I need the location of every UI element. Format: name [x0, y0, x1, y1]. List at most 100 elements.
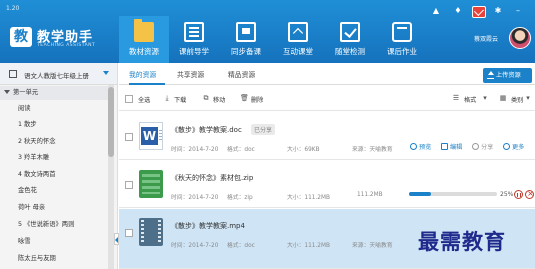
edit-action[interactable]: 编辑	[441, 142, 462, 151]
upload-button[interactable]: 上传资源	[483, 68, 532, 83]
book-icon	[9, 70, 17, 78]
folder-icon	[134, 19, 154, 42]
nav-textbook-resources[interactable]: 教材资源	[119, 16, 169, 63]
row-checkbox[interactable]	[125, 133, 133, 141]
zip-file-icon	[139, 170, 163, 198]
file-name[interactable]: 《散步》教学教案.doc	[171, 125, 242, 135]
bell-icon[interactable]: ▲	[430, 7, 442, 15]
textbook-selector[interactable]: 语文人教版七年级上册	[0, 63, 117, 85]
nav-lesson-prep[interactable]: 同步备课	[221, 16, 271, 63]
delete-icon[interactable]: 🗑	[240, 94, 249, 102]
tree-item[interactable]: 荷叶 母亲	[0, 201, 108, 215]
preview-action[interactable]: 预览	[410, 142, 431, 151]
nav-in-class-test[interactable]: 随堂检测	[325, 16, 375, 63]
gear-icon[interactable]: ✱	[492, 7, 504, 15]
edit-label: 编辑	[450, 144, 463, 151]
chevron-down-icon: ▾	[526, 94, 530, 102]
cancel-download-icon[interactable]	[525, 189, 535, 199]
file-name[interactable]: 《秋天的怀念》素材包.zip	[171, 173, 253, 183]
sidebar-scroll-thumb[interactable]	[108, 87, 114, 157]
tab-premium-resources[interactable]: 精品资源	[228, 69, 255, 79]
download-progress-fill	[409, 192, 431, 196]
file-size: 大小：69KB	[287, 147, 320, 153]
list-icon: ☰	[452, 94, 460, 102]
tree-item[interactable]: 4 散文诗两首	[0, 168, 108, 182]
nav-pre-class-guide[interactable]: 课前导学	[169, 16, 219, 63]
tree-item[interactable]: 3 羚羊木雕	[0, 151, 108, 165]
user-name[interactable]: 蔡双霞云	[474, 34, 498, 43]
file-format: 格式：doc	[227, 243, 255, 249]
more-action[interactable]: 更多	[503, 142, 524, 151]
tree-item-label: 5 《世说新语》两则	[18, 221, 75, 228]
preview-label: 预览	[419, 144, 432, 151]
check-icon	[340, 22, 360, 42]
tree-item[interactable]: 1 散步	[0, 118, 108, 132]
resource-tabs: 我的资源 共享资源 精品资源	[119, 63, 535, 85]
tree-item-label: 第一单元	[13, 89, 39, 96]
delete-button[interactable]: 删除	[251, 95, 263, 104]
tab-my-resources[interactable]: 我的资源	[129, 69, 156, 79]
file-row[interactable]: 《散步》教学教案.doc 已分享 时间：2014-7-20 格式：doc 大小：…	[119, 113, 535, 160]
row-checkbox[interactable]	[125, 181, 133, 189]
file-row[interactable]: 《秋天的怀念》素材包.zip 时间：2014-7-20 格式：zip 大小：11…	[119, 161, 535, 208]
nav-label: 课前导学	[179, 47, 209, 56]
file-toolbar: 全选 ⤓ 下载 ⧉ 移动 🗑 删除 ☰ 格式 ▾ ▦ 类别 ▾	[119, 86, 535, 111]
format-filter[interactable]: 格式	[464, 95, 476, 104]
tree-item[interactable]: 5 《世说新语》两则	[0, 218, 108, 232]
select-all-checkbox[interactable]	[125, 95, 133, 103]
watermark: 最需教育	[418, 229, 506, 254]
location-pin-icon[interactable]: ♦	[452, 7, 464, 15]
avatar[interactable]	[509, 27, 531, 49]
tree-item-label: 2 秋天的怀念	[18, 138, 56, 145]
nav-label: 课后作业	[387, 47, 417, 56]
minimize-icon[interactable]: –	[512, 7, 524, 15]
bag-icon	[392, 22, 412, 42]
version-label: 1.20	[6, 5, 20, 12]
file-source: 来源：天喻教育	[352, 243, 393, 249]
file-time: 时间：2014-7-20	[171, 243, 219, 249]
tree-item[interactable]: 陈太丘与友期	[0, 252, 108, 266]
book-icon	[184, 22, 204, 42]
chevron-down-icon: ▾	[483, 94, 487, 102]
share-icon	[472, 143, 479, 150]
move-icon[interactable]: ⧉	[202, 94, 210, 102]
tab-shared-resources[interactable]: 共享资源	[177, 69, 204, 79]
nav-label: 同步备课	[231, 47, 261, 56]
video-file-icon	[139, 218, 163, 246]
tree-item[interactable]: 阅读	[0, 102, 108, 116]
category-filter[interactable]: 类别	[511, 95, 523, 104]
file-time: 时间：2014-7-20	[171, 195, 219, 201]
upload-label: 上传资源	[496, 72, 521, 79]
select-all-label[interactable]: 全选	[138, 95, 150, 104]
tree-item-label: 1 散步	[18, 121, 37, 128]
share-action[interactable]: 分享	[472, 142, 493, 151]
share-label: 分享	[481, 144, 494, 151]
file-name[interactable]: 《散步》教学教案.mp4	[171, 221, 245, 231]
file-size: 大小：111.2MB	[287, 195, 330, 201]
tree-item[interactable]: 金色花	[0, 184, 108, 198]
logo-icon: 教	[10, 27, 32, 47]
mail-icon[interactable]	[472, 6, 486, 18]
tree-item-label: 阅读	[18, 105, 31, 112]
file-format: 格式：zip	[227, 195, 253, 201]
move-button[interactable]: 移动	[213, 95, 225, 104]
download-button[interactable]: 下载	[174, 95, 186, 104]
row-checkbox[interactable]	[125, 229, 133, 237]
nav-interactive-class[interactable]: 互动课堂	[273, 16, 323, 63]
grid-icon: ▦	[499, 94, 507, 102]
nav-label: 互动课堂	[283, 47, 313, 56]
sidebar: 语文人教版七年级上册 第一单元 阅读 1 散步 2 秋天的怀念 3 羚羊木雕 4…	[0, 63, 119, 269]
active-tab-indicator	[129, 83, 165, 85]
tree-item[interactable]: 2 秋天的怀念	[0, 135, 108, 149]
download-icon[interactable]: ⤓	[163, 94, 171, 102]
pause-icon[interactable]	[514, 190, 523, 199]
tree-item[interactable]: 咏雪	[0, 235, 108, 249]
tree-item-label: 3 羚羊木雕	[18, 154, 50, 161]
download-progress-text: 25%	[500, 191, 514, 198]
textbook-label: 语文人教版七年级上册	[24, 72, 89, 80]
expand-arrow-icon	[4, 90, 10, 94]
board-icon	[288, 22, 308, 42]
nav-homework[interactable]: 课后作业	[377, 16, 427, 63]
eye-icon	[410, 143, 417, 150]
tree-item-unit[interactable]: 第一单元	[0, 86, 108, 100]
